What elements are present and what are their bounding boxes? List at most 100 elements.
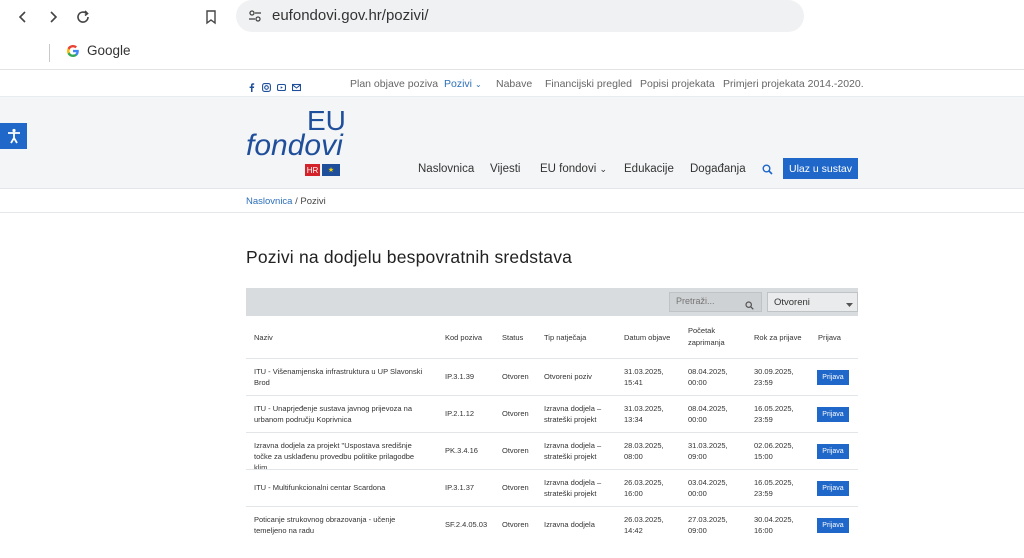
bookmark-label: Google <box>87 43 131 58</box>
bookmarks-bar: Google <box>0 38 1024 70</box>
apply-button[interactable]: Prijava <box>817 481 849 496</box>
table-row: Poticanje strukovnog obrazovanja - učenj… <box>246 506 858 543</box>
cell-rok-za-prijave: 16.05.2025, 23:59 <box>754 404 794 424</box>
cell-kod-poziva: SF.2.4.05.03 <box>445 520 488 529</box>
url-text[interactable]: eufondovi.gov.hr/pozivi/ <box>272 7 428 24</box>
cell-tip-natjecaja: Izravna dodjela – strateški projekt <box>544 478 602 498</box>
th-status[interactable]: Status <box>502 332 523 344</box>
cell-datum-objave: 28.03.2025, 08:00 <box>624 441 664 461</box>
cell-tip-natjecaja: Otvoreni poziv <box>544 372 592 381</box>
cell-pocetak-zaprimanja: 31.03.2025, 09:00 <box>688 441 728 461</box>
mainnav-eu-fondovi[interactable]: EU fondovi ⌄ <box>540 163 607 175</box>
bookmark-separator <box>49 44 50 62</box>
table-row: ITU - Unaprjeđenje sustava javnog prijev… <box>246 395 858 432</box>
cell-naziv[interactable]: Poticanje strukovnog obrazovanja - učenj… <box>254 514 429 536</box>
address-bar[interactable]: eufondovi.gov.hr/pozivi/ <box>236 0 804 32</box>
breadcrumb-home[interactable]: Naslovnica <box>246 196 292 207</box>
instagram-icon[interactable] <box>262 79 271 92</box>
topnav-nabave[interactable]: Nabave <box>496 78 532 90</box>
cell-kod-poziva: IP.3.1.39 <box>445 372 475 381</box>
search-box[interactable] <box>669 292 762 312</box>
top-navigation: Plan objave poziva Pozivi ⌄ Nabave Finan… <box>0 70 1024 97</box>
bookmark-icon[interactable] <box>200 6 222 28</box>
page-title: Pozivi na dodjelu bespovratnih sredstava <box>246 247 573 267</box>
topnav-popisi-projekata[interactable]: Popisi projekata <box>640 78 715 90</box>
back-icon[interactable] <box>12 6 34 28</box>
cell-naziv[interactable]: ITU - Unaprjeđenje sustava javnog prijev… <box>254 403 429 425</box>
apply-button[interactable]: Prijava <box>817 407 849 422</box>
cell-tip-natjecaja: Izravna dodjela – strateški projekt <box>544 404 602 424</box>
forward-icon[interactable] <box>42 6 64 28</box>
login-button[interactable]: Ulaz u sustav <box>783 158 858 179</box>
th-naziv[interactable]: Naziv <box>254 332 273 344</box>
google-icon <box>67 44 79 57</box>
cell-status: Otvoren <box>502 520 529 529</box>
table-header: Naziv Kod poziva Status Tip natječaja Da… <box>246 316 858 358</box>
logo-fondovi-text[interactable]: fondovi <box>246 129 343 163</box>
topnav-pozivi[interactable]: Pozivi ⌄ <box>444 78 482 90</box>
mainnav-edukacije[interactable]: Edukacije <box>624 163 674 175</box>
mainnav-eu-fondovi-label: EU fondovi <box>540 163 597 175</box>
dropdown-caret-icon <box>846 300 853 311</box>
cell-status: Otvoren <box>502 446 529 455</box>
topnav-plan-objave[interactable]: Plan objave poziva <box>350 78 438 90</box>
cell-datum-objave: 26.03.2025, 14:42 <box>624 515 664 535</box>
breadcrumb-current: Pozivi <box>300 196 326 207</box>
youtube-icon[interactable] <box>276 79 287 92</box>
chevron-down-icon: ⌄ <box>599 164 608 174</box>
cell-naziv[interactable]: ITU - Višenamjenska infrastruktura u UP … <box>254 366 429 388</box>
cell-naziv[interactable]: ITU - Multifunkcionalni centar Scardona <box>254 482 429 493</box>
cell-rok-za-prijave: 30.04.2025, 16:00 <box>754 515 794 535</box>
logo-hr-badge: HR <box>305 164 320 176</box>
mainnav-dogadanja[interactable]: Događanja <box>690 163 746 175</box>
cell-tip-natjecaja: Izravna dodjela <box>544 520 595 529</box>
mainnav-naslovnica[interactable]: Naslovnica <box>418 163 474 175</box>
cell-kod-poziva: IP.3.1.37 <box>445 483 475 492</box>
cell-rok-za-prijave: 30.09.2025, 23:59 <box>754 367 794 387</box>
cell-datum-objave: 26.03.2025, 16:00 <box>624 478 664 498</box>
cell-tip-natjecaja: Izravna dodjela – strateški projekt <box>544 441 602 461</box>
search-icon[interactable] <box>745 297 754 315</box>
search-input[interactable] <box>676 296 746 306</box>
th-datum-objave[interactable]: Datum objave <box>624 332 670 344</box>
eu-flag-icon: ★ <box>322 164 340 176</box>
site-settings-icon[interactable] <box>248 9 262 28</box>
cell-rok-za-prijave: 02.06.2025, 15:00 <box>754 441 794 461</box>
cell-status: Otvoren <box>502 483 529 492</box>
breadcrumb: Naslovnica / Pozivi <box>246 196 326 207</box>
email-icon[interactable] <box>291 79 302 92</box>
accessibility-icon <box>7 128 20 144</box>
cell-status: Otvoren <box>502 409 529 418</box>
apply-button[interactable]: Prijava <box>817 444 849 459</box>
site-header: EU fondovi HR ★ Naslovnica Vijesti EU fo… <box>0 97 1024 189</box>
browser-toolbar: eufondovi.gov.hr/pozivi/ <box>0 0 1024 38</box>
table-row: ITU - Višenamjenska infrastruktura u UP … <box>246 358 858 395</box>
table-row: Izravna dodjela za projekt "Uspostava sr… <box>246 432 858 472</box>
table-row: ITU - Multifunkcionalni centar Scardona I… <box>246 469 858 506</box>
apply-button[interactable]: Prijava <box>817 370 849 385</box>
facebook-icon[interactable] <box>247 79 256 92</box>
apply-button[interactable]: Prijava <box>817 518 849 533</box>
bookmark-google[interactable]: Google <box>66 43 131 58</box>
status-filter-select[interactable]: Otvoreni <box>767 292 858 312</box>
cell-kod-poziva: PK.3.4.16 <box>445 446 478 455</box>
th-pocetak-zaprimanja[interactable]: Početak zaprimanja <box>688 325 740 349</box>
topnav-financijski-pregled[interactable]: Financijski pregled <box>545 78 632 90</box>
th-kod-poziva[interactable]: Kod poziva <box>445 332 482 344</box>
cell-rok-za-prijave: 16.05.2025, 23:59 <box>754 478 794 498</box>
chevron-down-icon: ⌄ <box>474 80 482 89</box>
reload-icon[interactable] <box>72 6 94 28</box>
topnav-primjeri-projekata[interactable]: Primjeri projekata 2014.-2020. <box>723 78 864 90</box>
cell-status: Otvoren <box>502 372 529 381</box>
search-icon[interactable] <box>762 162 773 180</box>
cell-datum-objave: 31.03.2025, 13:34 <box>624 404 664 424</box>
th-tip-natjecaja[interactable]: Tip natječaja <box>544 332 586 344</box>
cell-pocetak-zaprimanja: 08.04.2025, 00:00 <box>688 404 728 424</box>
cell-kod-poziva: IP.2.1.12 <box>445 409 475 418</box>
accessibility-button[interactable] <box>0 123 27 149</box>
cell-pocetak-zaprimanja: 27.03.2025, 09:00 <box>688 515 728 535</box>
cell-pocetak-zaprimanja: 03.04.2025, 00:00 <box>688 478 728 498</box>
divider <box>0 212 1024 213</box>
th-rok-za-prijave[interactable]: Rok za prijave <box>754 332 802 344</box>
mainnav-vijesti[interactable]: Vijesti <box>490 163 520 175</box>
